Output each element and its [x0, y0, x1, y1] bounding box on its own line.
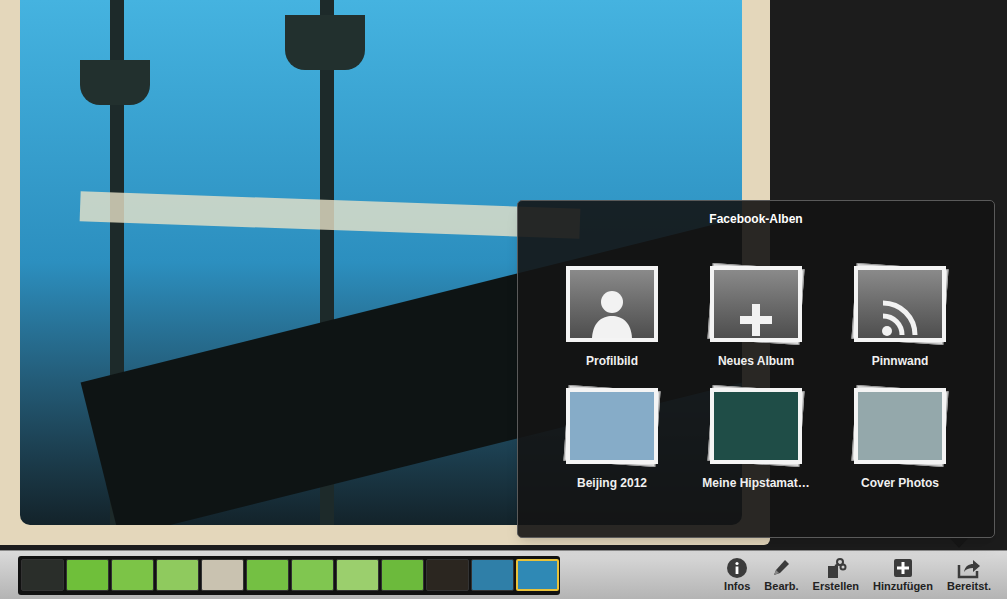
- thumbnail[interactable]: [336, 559, 379, 591]
- thumbnail[interactable]: [66, 559, 109, 591]
- button-label: Bearb.: [764, 580, 798, 593]
- toolbar: Infos Bearb. Erstellen Hinzufügen Bereitst.: [0, 550, 1007, 599]
- button-label: Erstellen: [813, 580, 859, 593]
- thumbnail[interactable]: [201, 559, 244, 591]
- album-label: Beijing 2012: [577, 474, 647, 492]
- button-label: Infos: [724, 580, 750, 593]
- thumbnail[interactable]: [156, 559, 199, 591]
- album-cover: [566, 388, 658, 464]
- facebook-albums-popover: Facebook-Alben Profilbild Neues Album Pinn…: [517, 200, 995, 538]
- album-tile[interactable]: Pinnwand: [828, 266, 972, 370]
- thumbnail[interactable]: [381, 559, 424, 591]
- album-cover: [566, 266, 658, 342]
- album-cover: [854, 388, 946, 464]
- toolbar-button[interactable]: Erstellen: [811, 557, 861, 593]
- button-label: Bereitst.: [947, 580, 991, 593]
- thumbnail[interactable]: [246, 559, 289, 591]
- album-tile[interactable]: Profilbild: [540, 266, 684, 370]
- photo-icon: [566, 388, 658, 464]
- album-tile[interactable]: Cover Photos: [828, 388, 972, 492]
- album-label: Cover Photos: [861, 474, 939, 492]
- album-tile[interactable]: Neues Album: [684, 266, 828, 370]
- album-cover: [710, 266, 802, 342]
- thumbnail[interactable]: [111, 559, 154, 591]
- profile-icon: [566, 266, 658, 342]
- thumbnail-strip[interactable]: [18, 556, 560, 595]
- thumbnail[interactable]: [471, 559, 514, 591]
- thumbnail[interactable]: [291, 559, 334, 591]
- info-icon: [725, 557, 749, 579]
- thumbnail[interactable]: [21, 559, 64, 591]
- toolbar-button[interactable]: Bearb.: [762, 557, 800, 593]
- album-label: Profilbild: [586, 352, 638, 370]
- photo-icon: [854, 388, 946, 464]
- album-label: Neues Album: [718, 352, 794, 370]
- button-label: Hinzufügen: [873, 580, 933, 593]
- thumbnail[interactable]: [516, 559, 559, 591]
- new-icon: [710, 266, 802, 342]
- photo-icon: [710, 388, 802, 464]
- album-cover: [854, 266, 946, 342]
- share-icon: [957, 557, 981, 579]
- toolbar-button[interactable]: Hinzufügen: [871, 557, 935, 593]
- wall-icon: [854, 266, 946, 342]
- create-icon: [824, 557, 848, 579]
- toolbar-button[interactable]: Infos: [722, 557, 752, 593]
- add-icon: [891, 557, 915, 579]
- popover-title: Facebook-Alben: [518, 201, 994, 228]
- album-tile[interactable]: Meine Hipstamat…: [684, 388, 828, 492]
- edit-icon: [769, 557, 793, 579]
- thumbnail[interactable]: [426, 559, 469, 591]
- album-label: Pinnwand: [872, 352, 929, 370]
- toolbar-button[interactable]: Bereitst.: [945, 557, 993, 593]
- album-tile[interactable]: Beijing 2012: [540, 388, 684, 492]
- album-cover: [710, 388, 802, 464]
- album-label: Meine Hipstamat…: [702, 474, 809, 492]
